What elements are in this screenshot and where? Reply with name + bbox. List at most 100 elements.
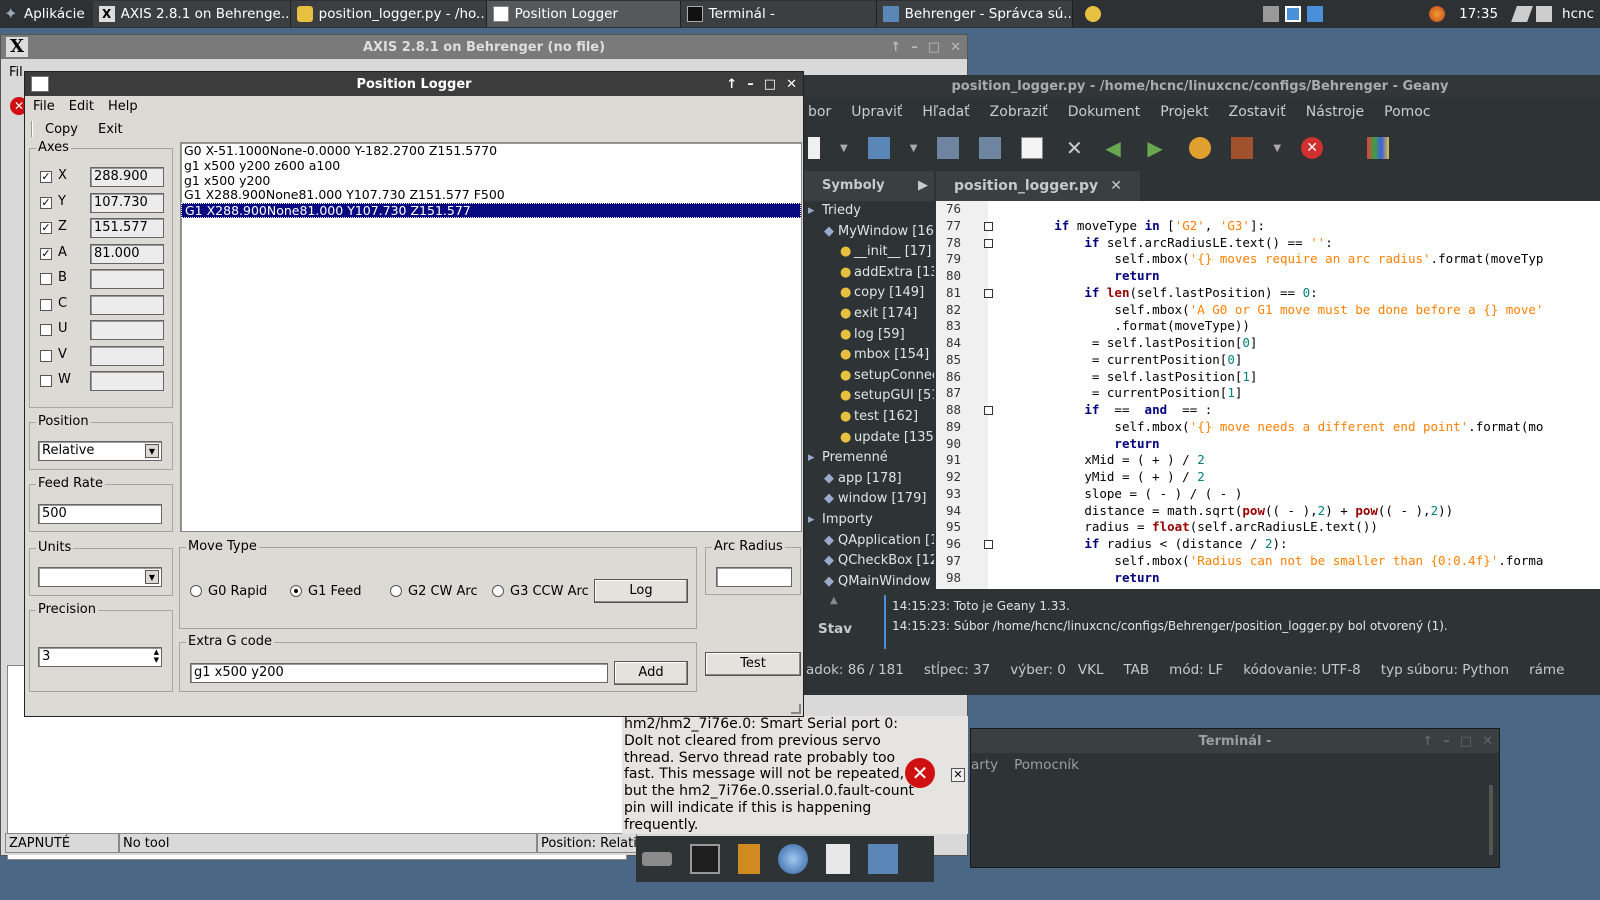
workspace-2-icon[interactable] [1307,6,1324,22]
fold-marker-icon[interactable] [984,406,993,415]
axis-value-x[interactable]: 288.900 [90,167,164,187]
axis-checkbox-y[interactable]: ✓ [40,196,52,209]
close-tab-icon[interactable]: ✕ [1110,178,1122,194]
close-icon[interactable]: ✕ [1482,734,1493,749]
save-icon[interactable] [937,137,960,159]
open-folder-icon[interactable] [867,137,890,159]
task-file-manager[interactable]: Behrenger - Správca sú... [876,1,1073,27]
precision-spinbox[interactable]: 3 ▲ ▼ [38,647,162,667]
terminal-scrollbar[interactable] [1489,785,1493,855]
axis-checkbox-x[interactable]: ✓ [40,171,52,183]
axis-value-w[interactable] [90,371,164,391]
toolbar-grip[interactable] [31,121,33,137]
fold-marker-icon[interactable] [984,238,993,248]
display-icon[interactable] [1536,6,1553,22]
task-position-logger[interactable]: Position Logger [486,1,681,27]
units-select[interactable]: ▼ [38,567,162,587]
back-arrow-icon[interactable]: ◀ [1105,137,1127,159]
up-icon[interactable]: ↑ [1422,734,1433,749]
maximize-icon[interactable]: □ [1460,734,1472,749]
exit-button[interactable]: Exit [98,122,123,137]
task-axis[interactable]: X AXIS 2.8.1 on Behrenge... [92,1,291,27]
symbol-tree-item[interactable]: ●setupConnect [800,366,934,387]
move-type-radio[interactable]: G1 Feed [290,582,362,600]
notification-close-button[interactable]: ✕ [951,768,965,782]
resize-grip-icon[interactable] [791,704,801,714]
axis-titlebar[interactable]: X AXIS 2.8.1 on Behrenger (no file) ↑ – … [1,35,967,59]
axis-checkbox-v[interactable] [40,349,52,362]
move-type-radio[interactable]: G3 CCW Arc [492,582,589,600]
arc-radius-input[interactable] [716,567,792,587]
symbol-tree-item[interactable]: ● test [162] [800,407,934,428]
maximize-icon[interactable]: □ [928,40,940,55]
web-browser-icon[interactable] [778,844,808,874]
log-button[interactable]: Log [594,579,688,603]
color-chooser-icon[interactable] [1367,137,1390,159]
list-item[interactable]: g1 x500 y200 [181,173,801,189]
radio-indicator[interactable] [190,585,202,597]
minimize-icon[interactable]: – [1443,734,1450,749]
axis-checkbox-z[interactable]: ✓ [40,222,52,234]
menu-file[interactable]: File [33,99,55,114]
symbol-tree-item[interactable]: ◆ QCheckBox [12] [800,551,934,572]
menu-edit[interactable]: Edit [69,99,94,114]
symbol-tree-item[interactable]: ● exit [174] [800,304,934,325]
applications-menu[interactable]: ✦ Aplikácie [0,0,93,28]
file-cabinet-icon[interactable] [738,844,760,874]
close-icon[interactable]: ✕ [786,77,797,92]
list-item[interactable]: G0 X-51.1000None-0.0000 Y-182.2700 Z151.… [181,143,801,159]
code-area[interactable]: if moveType in ['G2', 'G3']: if self.arc… [994,201,1600,589]
axis-value-u[interactable] [90,320,164,340]
network-icon[interactable] [1263,6,1280,22]
feed-rate-input[interactable]: 500 [38,504,162,524]
show-desktop-icon[interactable] [642,852,672,866]
spin-arrows-icon[interactable]: ▲ ▼ [154,648,159,664]
radio-indicator[interactable] [492,585,504,597]
up-icon[interactable]: ↑ [726,77,737,92]
minimize-icon[interactable]: – [747,77,754,92]
close-file-icon[interactable]: ✕ [1063,137,1085,159]
axis-menu-fragment[interactable]: Fil [9,65,23,80]
geany-menu-upravit[interactable]: Upraviť [851,104,902,120]
axis-value-a[interactable]: 81.000 [90,243,164,264]
user-name[interactable]: hcnc [1562,6,1594,22]
compile-icon[interactable] [1189,137,1212,159]
clock[interactable]: 17:35 [1459,6,1498,22]
symbol-tree-item[interactable]: ◆QMainWindow [1 [800,572,934,593]
move-type-radio[interactable]: G0 Rapid [190,582,267,600]
tab-status[interactable]: Stav [818,621,852,637]
tab-symbols[interactable]: Symboly ▶ [800,171,934,201]
plogger-titlebar[interactable]: Position Logger ↑ – □ ✕ [25,72,803,96]
list-item[interactable]: G1 X288.900None81.000 Y107.730 Z151.577 … [181,188,801,203]
geany-menu-hladat[interactable]: Hľadať [922,104,969,120]
minimize-icon[interactable]: – [911,40,918,55]
fold-marker-icon[interactable] [984,221,993,231]
radio-indicator[interactable] [290,585,302,597]
chevron-right-icon[interactable]: ▶ [918,171,928,201]
list-item[interactable]: g1 x500 y200 z600 a100 [181,158,801,174]
symbol-tree-item[interactable]: ●addExtra [132 [800,263,934,284]
radio-indicator[interactable] [390,585,402,597]
folder-icon[interactable] [868,844,898,874]
symbol-tree-item[interactable]: ● log [59] [800,325,934,346]
add-button[interactable]: Add [614,661,688,685]
extra-gcode-input[interactable]: g1 x500 y200 [190,663,608,683]
terminal-menu-help[interactable]: Pomocník [1014,757,1079,773]
up-icon[interactable]: ↑ [890,40,901,55]
axis-checkbox-c[interactable] [40,298,52,311]
forward-arrow-icon[interactable]: ▶ [1147,137,1169,159]
new-file-icon[interactable] [808,137,820,159]
chevron-down-icon[interactable]: ▼ [840,143,848,154]
menu-help[interactable]: Help [108,99,138,114]
stop-icon[interactable]: ✕ [1301,137,1324,159]
workspace-1-icon[interactable] [1285,6,1302,22]
search-icon[interactable] [826,844,850,874]
symbol-tree-item[interactable]: ● update [135] [800,428,934,449]
save-all-icon[interactable] [979,137,1002,159]
axis-value-y[interactable]: 107.730 [90,192,164,213]
position-select[interactable]: Relative ▼ [38,441,162,461]
symbol-tree-item[interactable]: ◆ app [178] [800,469,934,490]
geany-menu-edit-fragment[interactable]: bor [808,104,831,120]
maximize-icon[interactable]: □ [764,77,776,92]
axis-value-z[interactable]: 151.577 [90,218,164,238]
